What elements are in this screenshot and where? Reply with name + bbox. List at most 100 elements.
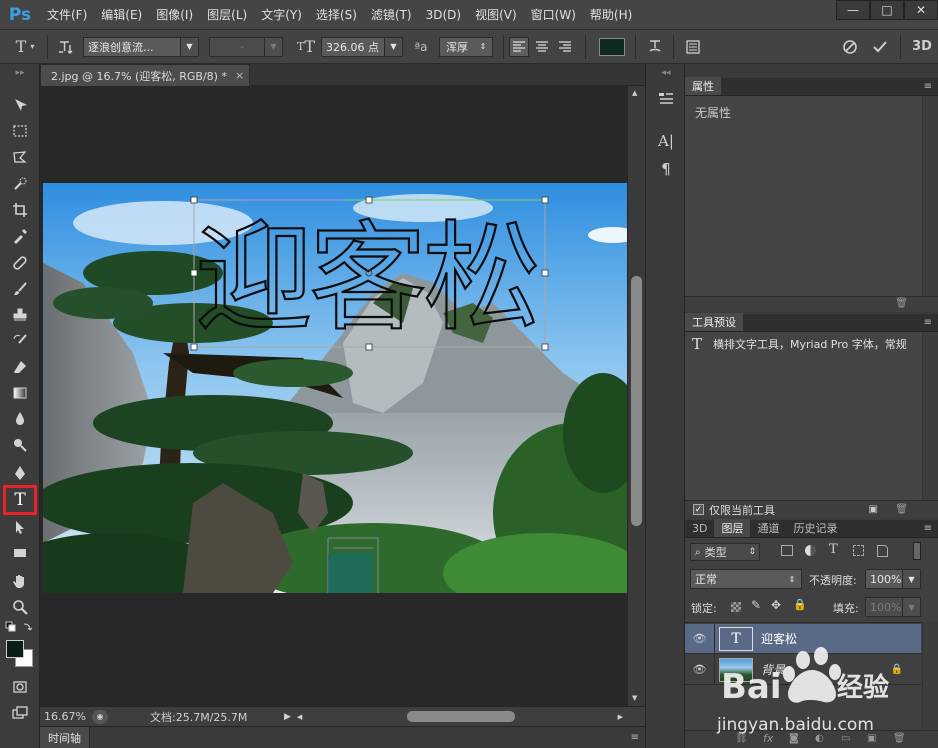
text-color-swatch[interactable] [599,37,625,56]
font-style-dropdown[interactable]: - ▼ [209,36,283,57]
menu-type[interactable]: 文字(Y) [254,0,309,30]
paragraph-panel-icon[interactable]: ¶ [654,158,678,180]
document-canvas-image[interactable]: 迎客松 [43,183,628,593]
character-panel-toggle-icon[interactable] [679,39,707,55]
filter-adjustment-icon[interactable] [805,545,816,556]
clone-stamp-tool-icon[interactable] [8,304,32,326]
lock-transparent-icon[interactable] [731,602,741,612]
tab-channels[interactable]: 通道 [750,519,786,537]
gradient-tool-icon[interactable] [8,382,32,404]
healing-brush-tool-icon[interactable] [8,252,32,274]
menu-image[interactable]: 图像(I) [149,0,200,30]
column-collapse-icon[interactable]: ◂◂ [654,68,678,78]
tab-layers[interactable]: 图层 [714,519,751,537]
layer-style-icon[interactable]: fx [763,732,773,745]
eye-icon[interactable]: 👁 [685,654,715,685]
cancel-edit-icon[interactable] [835,39,865,55]
scroll-down-icon[interactable]: ▼ [632,694,637,702]
default-colors-icon[interactable] [4,620,34,634]
menu-filter[interactable]: 滤镜(T) [364,0,419,30]
panel-menu-icon[interactable]: ≡ [924,317,932,328]
crop-tool-icon[interactable] [8,199,32,221]
trash-icon[interactable]: 🗑 [893,733,906,744]
dodge-tool-icon[interactable] [8,434,32,456]
opacity-input[interactable]: 100% ▼ [865,569,921,589]
hand-tool-icon[interactable] [8,570,32,592]
layer-row-background[interactable]: 👁 背景 🔒 [685,654,921,685]
properties-scrollbar[interactable] [922,96,938,296]
hscroll-left-icon[interactable]: ◀ [297,713,302,721]
hscroll-right-icon[interactable]: ▶ [618,713,623,721]
current-tool-only-checkbox[interactable]: ✓ [693,504,704,515]
3d-text-button[interactable]: 3D [906,39,938,54]
eyedropper-tool-icon[interactable] [8,225,32,247]
eraser-tool-icon[interactable] [8,356,32,378]
text-orientation-toggle-icon[interactable] [53,39,79,55]
fill-input[interactable]: 100% ▼ [865,597,921,617]
vertical-scroll-thumb[interactable] [631,276,642,526]
new-group-icon[interactable]: ▭ [841,733,850,744]
menu-help[interactable]: 帮助(H) [583,0,639,30]
panel-menu-icon[interactable]: ≡ [924,81,932,92]
layer-name[interactable]: 迎客松 [761,630,797,647]
document-tab[interactable]: 2.jpg @ 16.7% (迎客松, RGB/8) * × [40,64,250,86]
history-brush-tool-icon[interactable] [8,330,32,352]
font-family-dropdown[interactable]: 逐浪创意流... ▼ [83,36,199,57]
close-button[interactable]: ✕ [904,0,938,20]
filter-pixel-icon[interactable] [781,545,793,556]
lasso-tool-icon[interactable] [8,146,32,168]
tab-tool-presets[interactable]: 工具预设 [685,313,743,331]
status-menu-arrow-icon[interactable]: ▶ [284,712,291,722]
tool-preset-item[interactable]: T 横排文字工具，Myriad Pro 字体，常规 [685,334,921,354]
lock-image-icon[interactable]: ✎ [751,598,761,612]
layer-filter-dropdown[interactable]: ⌕ 类型 ⇕ [690,543,760,561]
layer-row-text[interactable]: 👁 T 迎客松 [685,623,921,654]
scroll-up-icon[interactable]: ▲ [632,89,637,97]
layer-name[interactable]: 背景 [761,661,785,678]
text-layer-content[interactable]: 迎客松 [194,208,542,348]
trash-icon[interactable]: 🗑 [895,298,908,309]
character-panel-icon[interactable]: A| [654,130,678,152]
pen-tool-icon[interactable] [8,462,32,484]
trash-icon[interactable]: 🗑 [895,504,908,515]
timeline-menu-icon[interactable]: ≡ [631,732,639,743]
menu-3d[interactable]: 3D(D) [419,0,468,30]
move-tool-icon[interactable] [8,94,32,116]
link-layers-icon[interactable]: ⛓ [735,733,748,744]
vertical-scrollbar[interactable]: ▲ ▼ [627,86,645,706]
menu-select[interactable]: 选择(S) [309,0,364,30]
lock-position-icon[interactable]: ✥ [771,598,781,612]
minimize-button[interactable]: — [836,0,870,20]
path-selection-tool-icon[interactable] [8,516,32,538]
zoom-level[interactable]: 16.67% [40,710,92,723]
new-preset-icon[interactable]: ▣ [869,504,878,515]
history-panel-icon[interactable] [654,88,678,110]
layers-scrollbar[interactable] [922,622,938,730]
tab-properties[interactable]: 属性 [685,77,721,95]
restore-button[interactable]: □ [870,0,904,20]
eye-icon[interactable]: 👁 [685,623,715,654]
tab-3d[interactable]: 3D [685,519,714,537]
panel-menu-icon[interactable]: ≡ [924,523,932,534]
tab-history[interactable]: 历史记录 [786,519,844,537]
align-right-button[interactable] [555,37,575,57]
blur-tool-icon[interactable] [8,408,32,430]
horizontal-scroll-thumb[interactable] [407,711,515,722]
blend-mode-dropdown[interactable]: 正常 ⇕ [690,569,802,589]
foreground-color-swatch[interactable] [6,640,24,658]
new-layer-icon[interactable]: ▣ [867,733,876,744]
menu-edit[interactable]: 编辑(E) [94,0,149,30]
adjustment-layer-icon[interactable]: ◐ [815,733,824,744]
filter-shape-icon[interactable] [853,545,864,556]
filter-toggle-switch[interactable] [913,542,921,560]
antialias-dropdown[interactable]: 浑厚 ⇕ [439,36,493,57]
timeline-tab[interactable]: 时间轴 [40,726,90,748]
lock-all-icon[interactable]: 🔒 [793,598,807,611]
tool-preset-picker-icon[interactable]: T ▾ [8,37,42,56]
marquee-tool-icon[interactable] [8,120,32,142]
status-info-icon[interactable]: ◉ [92,709,108,724]
align-center-button[interactable] [532,37,552,57]
font-size-dropdown[interactable]: 326.06 点 ▼ [321,36,403,57]
menu-file[interactable]: 文件(F) [40,0,94,30]
tool-presets-scrollbar[interactable] [922,332,938,500]
